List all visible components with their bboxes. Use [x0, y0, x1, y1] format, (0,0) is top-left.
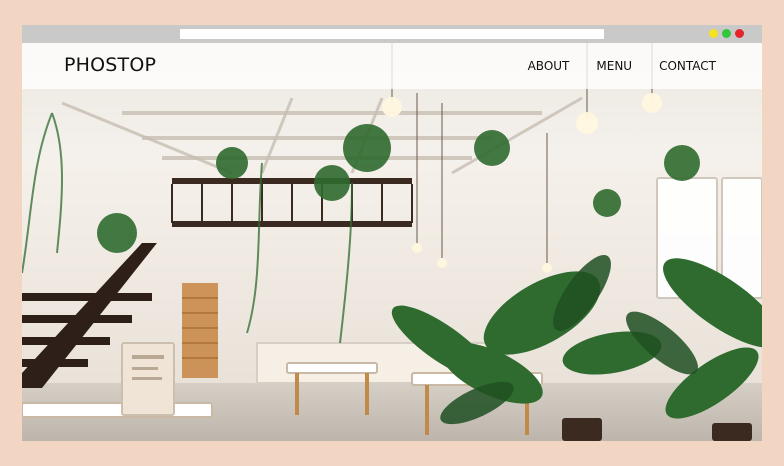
browser-window: PHOSTOP ABOUT MENU CONTACT: [22, 25, 762, 441]
nav-contact-link[interactable]: CONTACT: [659, 59, 716, 73]
site-header: PHOSTOP ABOUT MENU CONTACT: [22, 43, 762, 89]
cafe-interior-illustration: [22, 43, 762, 441]
maximize-dot[interactable]: [722, 29, 731, 38]
nav-about-link[interactable]: ABOUT: [528, 59, 570, 73]
browser-toolbar: [22, 25, 762, 43]
window-controls: [709, 29, 744, 38]
close-dot[interactable]: [735, 29, 744, 38]
nav-menu-link[interactable]: MENU: [596, 59, 632, 73]
hero-image: PHOSTOP ABOUT MENU CONTACT: [22, 43, 762, 441]
site-logo[interactable]: PHOSTOP: [64, 54, 156, 76]
main-navigation: ABOUT MENU CONTACT: [528, 59, 716, 73]
address-bar[interactable]: [180, 29, 604, 39]
minimize-dot[interactable]: [709, 29, 718, 38]
